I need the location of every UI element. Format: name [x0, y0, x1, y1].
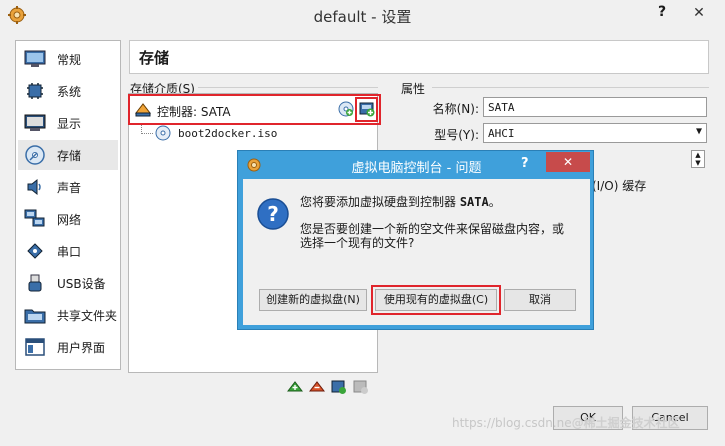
optical-disc-icon [155, 125, 171, 141]
sidebar-item-shared-folders[interactable]: 共享文件夹 [18, 300, 118, 330]
type-select[interactable]: AHCI ▼ [483, 123, 707, 143]
watermark-url: https://blog.csdn.ne [452, 416, 572, 430]
network-icon [22, 206, 48, 232]
sidebar-item-display[interactable]: 显示 [18, 108, 118, 138]
remove-controller-icon[interactable] [309, 379, 325, 395]
close-button[interactable]: ✕ [677, 2, 721, 24]
dialog-title: 虚拟电脑控制台 - 问题 [351, 161, 482, 176]
sidebar-item-user-interface[interactable]: 用户界面 [18, 332, 118, 362]
speaker-icon [22, 174, 48, 200]
sidebar-item-serial[interactable]: 串口 [18, 236, 118, 266]
sidebar-item-network[interactable]: 网络 [18, 204, 118, 234]
message-prefix: 您将要添加虚拟硬盘到控制器 [300, 195, 460, 209]
dialog-titlebar: 虚拟电脑控制台 - 问题 ? ✕ [238, 151, 595, 179]
add-attachment-icon[interactable] [331, 379, 347, 395]
watermark: https://blog.csdn.ne@稀土掘金技术社区 [452, 414, 680, 431]
sidebar-item-general[interactable]: 常规 [18, 44, 118, 74]
add-controller-icon[interactable] [287, 379, 303, 395]
sidebar-item-label: 声音 [57, 180, 82, 195]
serial-port-icon [22, 238, 48, 264]
sidebar-item-label: 共享文件夹 [57, 308, 118, 323]
sidebar-item-label: 系统 [57, 84, 82, 99]
section-title: 存储 [139, 49, 170, 67]
svg-text:?: ? [267, 202, 279, 226]
dialog-cancel-button[interactable]: 取消 [504, 289, 576, 311]
highlight-add-disk-box [355, 97, 378, 122]
message-controller: SATA [459, 195, 489, 209]
general-icon [22, 46, 48, 72]
sidebar-item-label: USB设备 [57, 276, 106, 291]
sidebar-item-storage[interactable]: 存储 [18, 140, 118, 170]
sidebar-item-label: 常规 [57, 52, 82, 67]
storage-divider [198, 87, 378, 88]
sidebar-item-label: 网络 [57, 212, 82, 227]
dialog-body: ? 您将要添加虚拟硬盘到控制器 SATA。 您是否要创建一个新的空文件来保留磁盘… [243, 179, 590, 325]
sidebar-item-label: 用户界面 [57, 340, 106, 355]
disk-label: boot2docker.iso [178, 127, 278, 140]
dialog-help-button[interactable]: ? [521, 156, 529, 171]
settings-sidebar: 常规 系统 显示 存储 声音 网络 串口 USB设备 共享文件夹 用户界面 [15, 40, 121, 370]
shared-folder-icon [22, 302, 48, 328]
question-icon: ? [257, 198, 289, 230]
watermark-brand: @稀土掘金技术社区 [571, 416, 680, 430]
sidebar-item-system[interactable]: 系统 [18, 76, 118, 106]
sidebar-item-usb[interactable]: USB设备 [18, 268, 118, 298]
highlight-use-existing-box [371, 285, 501, 315]
help-button[interactable]: ? [655, 4, 669, 24]
highlight-controller-box [128, 94, 381, 125]
sidebar-item-label: 存储 [57, 148, 82, 163]
name-field-label: 名称(N): [432, 102, 479, 116]
section-header: 存储 [129, 40, 709, 74]
remove-attachment-icon[interactable] [353, 379, 369, 395]
storage-toolbar [287, 379, 377, 399]
io-cache-label: (I/O) 缓存 [592, 179, 647, 193]
dialog-message-line1: 您将要添加虚拟硬盘到控制器 SATA。 [300, 193, 501, 210]
sidebar-item-label: 串口 [57, 244, 82, 259]
sidebar-item-audio[interactable]: 声音 [18, 172, 118, 202]
usb-icon [22, 270, 48, 296]
disk-row[interactable]: boot2docker.iso [141, 124, 371, 144]
attributes-label: 属性 [401, 82, 426, 96]
dialog-close-button[interactable]: ✕ [546, 152, 590, 172]
system-chip-icon [22, 78, 48, 104]
create-new-disk-button[interactable]: 创建新的虚拟盘(N) [259, 289, 367, 311]
storage-disk-icon [22, 142, 48, 168]
user-interface-icon [22, 334, 48, 360]
chevron-down-icon: ▼ [695, 126, 702, 137]
dialog-message-line3: 选择一个现有的文件? [300, 236, 415, 250]
window-title: default - 设置 [313, 8, 412, 26]
name-field[interactable]: SATA [483, 97, 707, 117]
sidebar-item-label: 显示 [57, 116, 82, 131]
display-monitor-icon [22, 110, 48, 136]
attributes-divider [432, 87, 709, 88]
question-dialog: 虚拟电脑控制台 - 问题 ? ✕ ? 您将要添加虚拟硬盘到控制器 SATA。 您… [237, 150, 594, 330]
tree-branch-line [141, 124, 153, 134]
window-titlebar: default - 设置 ? ✕ [0, 0, 725, 30]
type-select-value: AHCI [488, 127, 515, 140]
message-suffix: 。 [488, 195, 501, 209]
type-field-label: 型号(Y): [434, 128, 479, 142]
port-count-stepper[interactable]: ▲ ▼ [691, 150, 705, 168]
